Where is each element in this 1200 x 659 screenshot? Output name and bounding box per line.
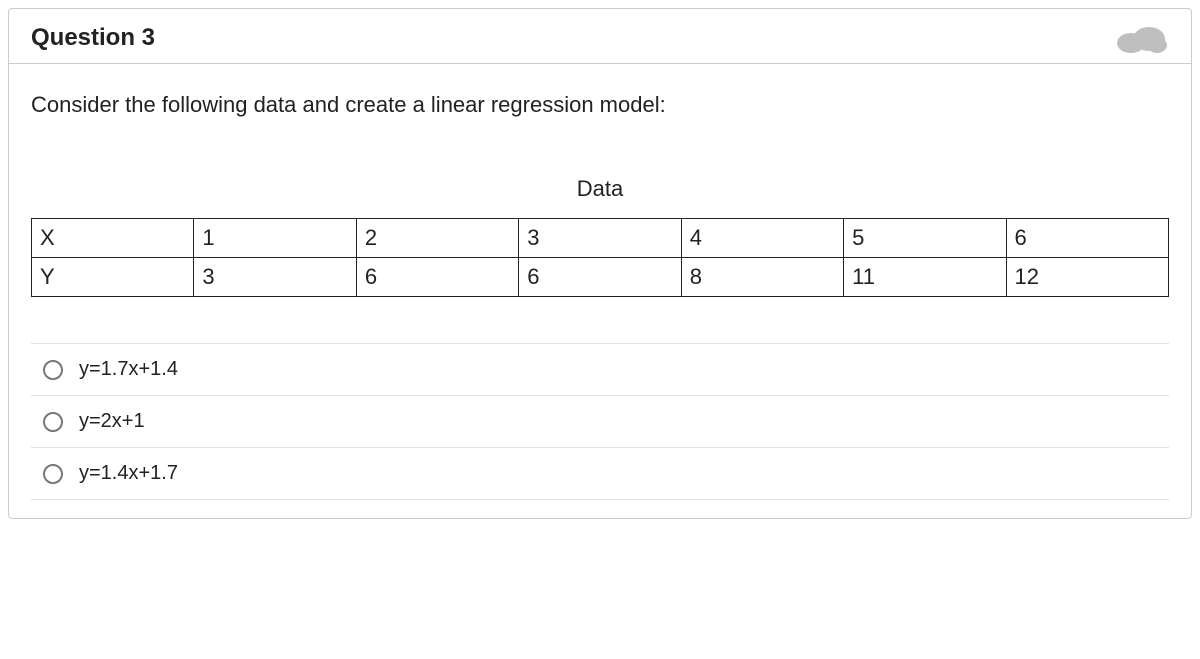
option-label: y=1.4x+1.7	[79, 462, 178, 485]
question-card: Question 3 Consider the following data a…	[8, 8, 1192, 519]
table-cell: 8	[681, 258, 843, 297]
table-cell: 2	[356, 219, 518, 258]
table-row: Y 3 6 6 8 11 12	[32, 258, 1169, 297]
table-cell: 12	[1006, 258, 1168, 297]
question-title: Question 3	[31, 24, 155, 52]
question-header: Question 3	[9, 9, 1191, 64]
table-caption: Data	[31, 176, 1169, 202]
table-cell: 6	[519, 258, 681, 297]
table-cell: 6	[356, 258, 518, 297]
question-prompt: Consider the following data and create a…	[31, 92, 1169, 118]
data-table: X 1 2 3 4 5 6 Y 3 6 6 8 11 12	[31, 218, 1169, 297]
answer-options: y=1.7x+1.4 y=2x+1 y=1.4x+1.7	[31, 343, 1169, 500]
cloud-icon	[1113, 23, 1169, 53]
answer-option[interactable]: y=2x+1	[31, 395, 1169, 447]
table-cell: 6	[1006, 219, 1168, 258]
option-label: y=2x+1	[79, 410, 145, 433]
answer-option[interactable]: y=1.4x+1.7	[31, 447, 1169, 500]
radio-icon[interactable]	[43, 360, 63, 380]
table-cell: 4	[681, 219, 843, 258]
radio-icon[interactable]	[43, 412, 63, 432]
table-cell: 5	[844, 219, 1006, 258]
question-body: Consider the following data and create a…	[9, 64, 1191, 518]
table-cell: 3	[519, 219, 681, 258]
answer-option[interactable]: y=1.7x+1.4	[31, 343, 1169, 395]
table-cell: X	[32, 219, 194, 258]
option-label: y=1.7x+1.4	[79, 358, 178, 381]
table-row: X 1 2 3 4 5 6	[32, 219, 1169, 258]
table-cell: 1	[194, 219, 356, 258]
table-cell: Y	[32, 258, 194, 297]
radio-icon[interactable]	[43, 464, 63, 484]
table-cell: 3	[194, 258, 356, 297]
table-cell: 11	[844, 258, 1006, 297]
